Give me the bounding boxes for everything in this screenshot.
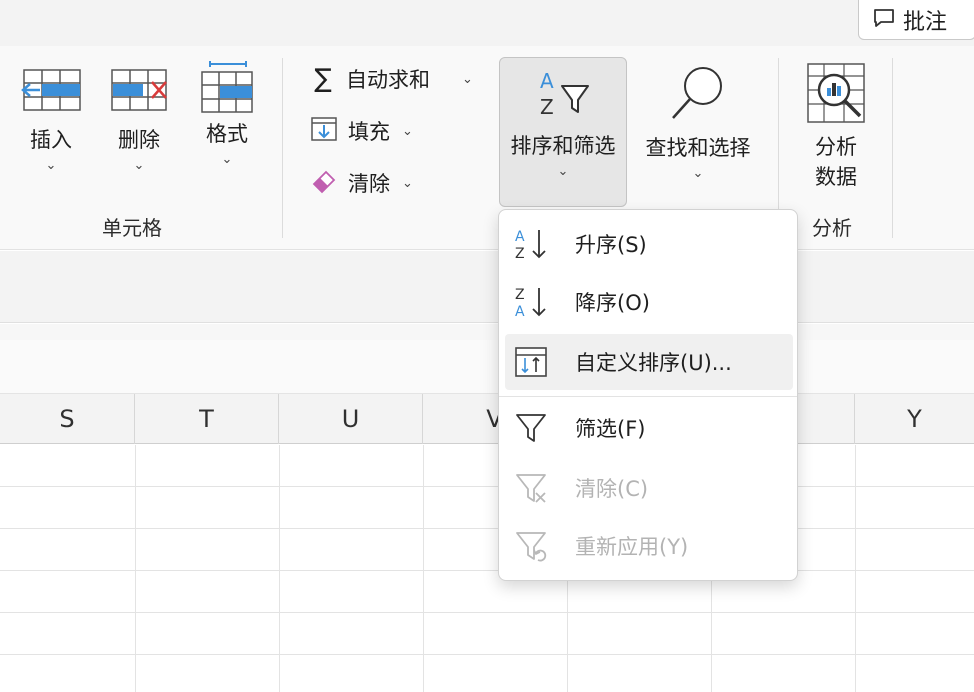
menu-separator <box>499 396 797 397</box>
ribbon: 插入 ⌄ 删除 ⌄ 格式 ⌄ 单元格 ∑ 自动求和 ⌄ 填充 ⌄ 清除 ⌄ A … <box>0 46 974 250</box>
menu-item-label: 降序(O) <box>575 291 650 315</box>
menu-item-sort-ascending[interactable]: A Z 升序(S) <box>505 216 793 272</box>
column-header-s[interactable]: S <box>0 394 135 444</box>
autosum-button[interactable]: ∑ 自动求和 ⌄ <box>310 62 473 96</box>
chevron-down-icon: ⌄ <box>402 175 413 191</box>
svg-text:Z: Z <box>515 246 525 262</box>
sheet-header-area <box>0 340 974 394</box>
find-select-button[interactable]: 查找和选择 ⌄ <box>636 64 760 181</box>
column-gridline <box>135 445 136 692</box>
format-cells-icon <box>196 60 258 118</box>
analyze-data-icon <box>804 60 868 130</box>
clear-button[interactable]: 清除 ⌄ <box>310 166 413 200</box>
clear-filter-icon <box>505 471 557 505</box>
column-gridline <box>423 445 424 692</box>
menu-item-reapply[interactable]: 重新应用(Y) <box>505 518 793 574</box>
delete-cells-icon <box>108 66 170 118</box>
menu-item-label: 自定义排序(U)... <box>575 351 732 375</box>
sort-filter-icon: A Z <box>532 66 594 126</box>
title-strip: 批注 <box>0 0 974 46</box>
analyze-data-label-2: 数据 <box>815 165 857 189</box>
analyze-data-button[interactable]: 分析 数据 <box>800 60 872 192</box>
delete-label: 删除 <box>118 128 160 152</box>
insert-cells-icon <box>20 66 82 118</box>
menu-item-clear-filter[interactable]: 清除(C) <box>505 460 793 516</box>
row-gridline <box>0 570 974 571</box>
row-gridline <box>0 654 974 655</box>
reapply-filter-icon <box>505 529 557 563</box>
group-divider <box>892 58 893 238</box>
fill-button[interactable]: 填充 ⌄ <box>310 114 413 148</box>
svg-text:A: A <box>515 304 525 320</box>
insert-label: 插入 <box>30 128 72 152</box>
column-gridline <box>279 445 280 692</box>
comment-icon <box>873 8 895 32</box>
chevron-down-icon: ⌄ <box>557 164 569 179</box>
menu-item-label: 清除(C) <box>575 477 649 501</box>
filter-icon <box>505 411 557 445</box>
custom-sort-icon <box>505 345 557 379</box>
fill-label: 填充 <box>348 120 390 144</box>
column-headers: S T U V Y <box>0 394 974 444</box>
sort-filter-button[interactable]: A Z 排序和筛选 ⌄ <box>499 57 627 207</box>
svg-text:Z: Z <box>515 287 525 303</box>
insert-button[interactable]: 插入 ⌄ <box>18 66 84 173</box>
column-header-y[interactable]: Y <box>855 394 974 444</box>
format-button[interactable]: 格式 ⌄ <box>194 60 260 167</box>
menu-item-custom-sort[interactable]: 自定义排序(U)... <box>505 334 793 390</box>
eraser-icon <box>310 168 338 198</box>
menu-item-label: 筛选(F) <box>575 417 646 441</box>
row-gridline <box>0 486 974 487</box>
row-gridline <box>0 612 974 613</box>
find-select-label: 查找和选择 <box>645 136 751 160</box>
sort-filter-label: 排序和筛选 <box>510 134 616 158</box>
autosum-label: 自动求和 <box>346 68 430 92</box>
column-header-u[interactable]: U <box>279 394 423 444</box>
chevron-down-icon: ⌄ <box>692 166 704 181</box>
format-label: 格式 <box>206 122 248 146</box>
cell-grid[interactable] <box>0 445 974 692</box>
chevron-down-icon: ⌄ <box>133 158 145 173</box>
cells-group-label: 单元格 <box>102 216 162 240</box>
delete-button[interactable]: 删除 ⌄ <box>106 66 172 173</box>
row-gridline <box>0 528 974 529</box>
sort-filter-menu: A Z 升序(S) Z A 降序(O) 自定义排序(U)... 筛选(F) 清除… <box>498 209 798 581</box>
chevron-down-icon: ⌄ <box>221 152 233 167</box>
chevron-down-icon[interactable]: ⌄ <box>462 72 473 87</box>
clear-label: 清除 <box>348 172 390 196</box>
menu-item-sort-descending[interactable]: Z A 降序(O) <box>505 274 793 330</box>
group-divider <box>282 58 283 238</box>
magnifier-icon <box>667 64 729 128</box>
formula-bar-area <box>0 251 974 323</box>
menu-item-filter[interactable]: 筛选(F) <box>505 400 793 456</box>
sigma-icon: ∑ <box>314 64 332 94</box>
menu-item-label: 升序(S) <box>575 233 647 257</box>
svg-text:A: A <box>540 69 554 93</box>
sort-ascending-icon: A Z <box>505 226 557 262</box>
column-header-t[interactable]: T <box>135 394 279 444</box>
analyze-data-label-1: 分析 <box>815 135 857 159</box>
spacer <box>0 324 974 340</box>
svg-text:A: A <box>515 229 525 245</box>
chevron-down-icon: ⌄ <box>45 158 57 173</box>
menu-item-label: 重新应用(Y) <box>575 535 689 559</box>
comments-label: 批注 <box>903 9 948 35</box>
column-gridline <box>855 445 856 692</box>
chevron-down-icon: ⌄ <box>402 123 413 139</box>
analysis-group-label: 分析 <box>812 216 852 240</box>
svg-text:Z: Z <box>540 95 554 119</box>
sort-descending-icon: Z A <box>505 284 557 320</box>
fill-down-icon <box>310 116 338 146</box>
comments-button[interactable]: 批注 <box>858 0 974 40</box>
